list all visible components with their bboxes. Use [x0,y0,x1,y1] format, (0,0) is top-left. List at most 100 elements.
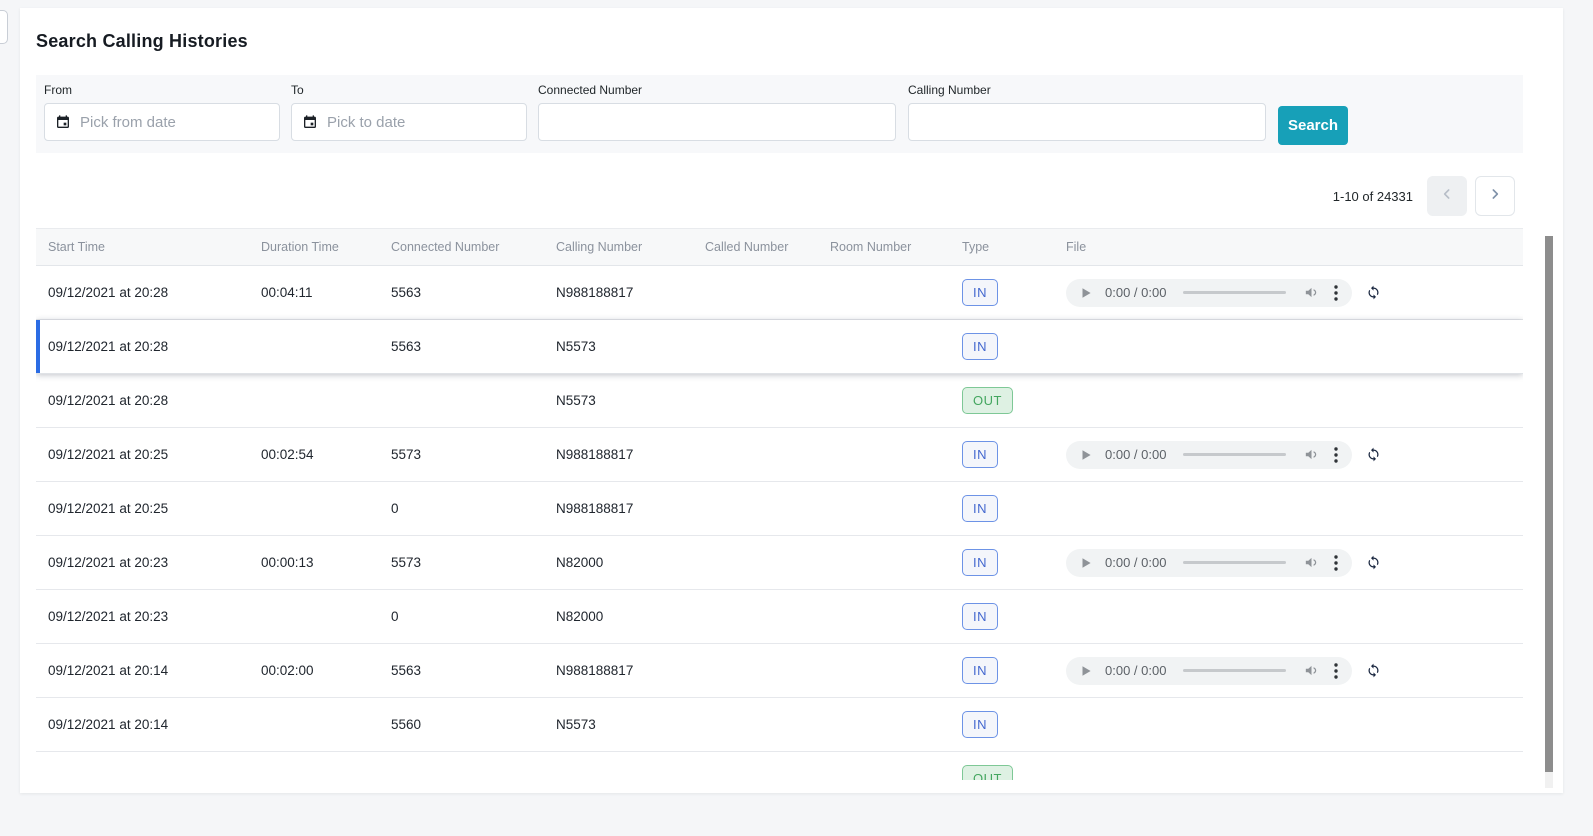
page: Search Calling Histories From To [0,0,1593,836]
table-row[interactable]: 09/12/2021 at 20:28 N5573 OUT [36,374,1523,428]
table-body: 09/12/2021 at 20:28 00:04:11 5563 N98818… [36,266,1523,780]
audio-progress[interactable] [1183,669,1286,672]
cell-connected: 5573 [379,555,544,570]
connected-number-text[interactable] [549,114,885,131]
calling-number-input[interactable] [908,103,1266,141]
filter-bar: From To Connected Number [36,75,1523,153]
audio-progress[interactable] [1183,453,1286,456]
audio-time: 0:00 / 0:00 [1105,663,1166,678]
type-badge-in: IN [962,603,998,630]
table-scrollbar[interactable] [1545,236,1553,788]
table-row[interactable]: 09/12/2021 at 20:25 00:02:54 5573 N98818… [36,428,1523,482]
cell-calling: N5573 [544,339,693,354]
volume-icon[interactable] [1303,662,1320,679]
kebab-menu-icon[interactable] [1334,285,1338,301]
table-row-selected[interactable]: 09/12/2021 at 20:28 5563 N5573 IN [36,320,1523,374]
col-called-number: Called Number [693,240,818,254]
cell-connected: 5563 [379,663,544,678]
prev-page-button[interactable] [1427,176,1467,216]
play-icon[interactable] [1080,557,1092,569]
cell-calling: N5573 [544,717,693,732]
table-row[interactable]: 09/12/2021 at 20:28 00:04:11 5563 N98818… [36,266,1523,320]
cell-duration: 00:04:11 [249,285,379,300]
cell-calling: N82000 [544,609,693,624]
type-badge-in: IN [962,657,998,684]
page-title: Search Calling Histories [36,31,248,52]
cell-calling: N988188817 [544,447,693,462]
type-badge-in: IN [962,495,998,522]
refresh-icon[interactable] [1366,555,1381,570]
volume-icon[interactable] [1303,446,1320,463]
kebab-menu-icon[interactable] [1334,555,1338,571]
cell-start-time: 09/12/2021 at 20:23 [36,555,249,570]
table-row[interactable]: 09/12/2021 at 20:23 00:00:13 5573 N82000… [36,536,1523,590]
cell-duration: 00:00:13 [249,555,379,570]
to-date-text[interactable] [327,114,516,131]
cell-calling: N988188817 [544,663,693,678]
main-card: Search Calling Histories From To [20,8,1563,793]
cell-calling: N5573 [544,393,693,408]
cell-calling: N82000 [544,555,693,570]
from-field: From [44,83,280,141]
next-page-button[interactable] [1475,176,1515,216]
to-label: To [291,83,527,97]
audio-progress[interactable] [1183,291,1286,294]
calling-number-label: Calling Number [908,83,1266,97]
cell-calling: N988188817 [544,501,693,516]
kebab-menu-icon[interactable] [1334,447,1338,463]
cell-start-time: 09/12/2021 at 20:14 [36,717,249,732]
col-duration-time: Duration Time [249,240,379,254]
type-badge-out: OUT [962,387,1013,414]
table-row[interactable]: 09/12/2021 at 20:14 5560 N5573 IN [36,698,1523,752]
audio-player[interactable]: 0:00 / 0:00 [1066,549,1352,577]
kebab-menu-icon[interactable] [1334,663,1338,679]
cell-connected: 0 [379,609,544,624]
panel-toggle[interactable] [0,10,8,44]
cell-connected: 5563 [379,339,544,354]
audio-time: 0:00 / 0:00 [1105,447,1166,462]
play-icon[interactable] [1080,665,1092,677]
refresh-icon[interactable] [1366,447,1381,462]
play-icon[interactable] [1080,449,1092,461]
play-icon[interactable] [1080,287,1092,299]
type-badge-in: IN [962,333,998,360]
table-row[interactable]: 09/12/2021 at 20:14 00:02:00 5563 N98818… [36,644,1523,698]
col-file: File [1054,240,1523,254]
from-date-text[interactable] [80,114,269,131]
calling-number-field: Calling Number [908,83,1266,141]
audio-time: 0:00 / 0:00 [1105,285,1166,300]
call-history-table: Start Time Duration Time Connected Numbe… [36,228,1523,780]
audio-player[interactable]: 0:00 / 0:00 [1066,279,1352,307]
pagination-range: 1-10 of 24331 [1333,189,1413,204]
col-connected-number: Connected Number [379,240,544,254]
cell-calling: N988188817 [544,285,693,300]
to-field: To [291,83,527,141]
to-date-input[interactable] [291,103,527,141]
table-row[interactable]: 09/12/2021 at 20:25 0 N988188817 IN [36,482,1523,536]
cell-connected: 5563 [379,285,544,300]
cell-start-time: 09/12/2021 at 20:28 [36,285,249,300]
cell-start-time: 09/12/2021 at 20:28 [36,339,249,354]
cell-start-time: 09/12/2021 at 20:14 [36,663,249,678]
volume-icon[interactable] [1303,554,1320,571]
from-date-input[interactable] [44,103,280,141]
connected-number-input[interactable] [538,103,896,141]
audio-time: 0:00 / 0:00 [1105,555,1166,570]
col-calling-number: Calling Number [544,240,693,254]
volume-icon[interactable] [1303,284,1320,301]
refresh-icon[interactable] [1366,285,1381,300]
connected-number-label: Connected Number [538,83,896,97]
cell-duration: 00:02:54 [249,447,379,462]
search-button[interactable]: Search [1278,106,1348,145]
table-row[interactable]: OUT [36,752,1523,780]
refresh-icon[interactable] [1366,663,1381,678]
chevron-left-icon [1439,186,1455,207]
audio-player[interactable]: 0:00 / 0:00 [1066,657,1352,685]
type-badge-in: IN [962,711,998,738]
calling-number-text[interactable] [919,114,1255,131]
cell-start-time: 09/12/2021 at 20:23 [36,609,249,624]
scrollbar-thumb[interactable] [1545,236,1553,772]
audio-progress[interactable] [1183,561,1286,564]
table-row[interactable]: 09/12/2021 at 20:23 0 N82000 IN [36,590,1523,644]
audio-player[interactable]: 0:00 / 0:00 [1066,441,1352,469]
